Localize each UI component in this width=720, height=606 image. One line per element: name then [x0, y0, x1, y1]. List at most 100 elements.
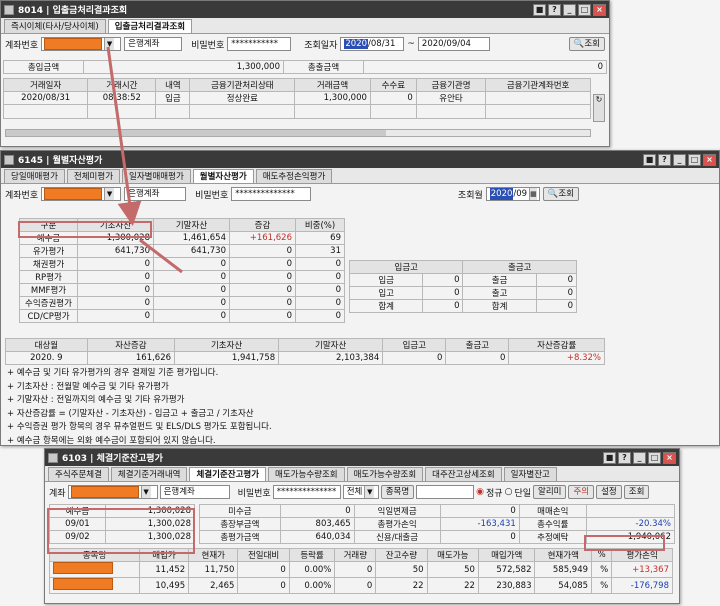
minimize-icon[interactable]: _: [673, 153, 686, 166]
note-line: + 예수금 항목에는 외화 예수금이 포함되어 있지 않습니다.: [7, 435, 216, 446]
close-icon[interactable]: ×: [593, 3, 606, 16]
table-row: 입고 0 출고 0: [348, 286, 578, 300]
tab-sellable-qty-2[interactable]: 매도가능수량조회: [346, 467, 424, 481]
stock-name-field[interactable]: [416, 485, 475, 499]
date-from-field[interactable]: 2020/08/31: [340, 37, 405, 51]
tab-bar: 주식주문체결 체결기준거래내역 체결기준잔고평가 매도가능수량조회 매도가능수량…: [45, 466, 679, 482]
minimize-icon[interactable]: _: [563, 3, 576, 16]
filter-select[interactable]: 전체 ▼: [342, 485, 379, 499]
table-row[interactable]: 수익증권평가 0 0 0 0: [19, 296, 345, 310]
stock-name-button[interactable]: 종목명: [380, 485, 415, 499]
pin-icon[interactable]: ■: [533, 3, 546, 16]
cell: 50: [375, 561, 428, 578]
tab-sellable-qty-1[interactable]: 매도가능수량조회: [268, 467, 345, 481]
help-icon[interactable]: ?: [548, 3, 561, 16]
highlight-box: [584, 535, 665, 551]
account-name-field: 은행계좌: [124, 187, 187, 201]
cell: 54,085: [534, 577, 593, 594]
help-icon[interactable]: ?: [658, 153, 671, 166]
col-header: 거래량: [334, 548, 377, 562]
col-header: 거래금액: [294, 78, 371, 92]
search-button[interactable]: 🔍조회: [568, 37, 605, 51]
table-row[interactable]: 2020/08/31 08:38:52 입금 정상완료 1,300,000 0 …: [2, 91, 591, 105]
account-select[interactable]: ▼: [41, 37, 122, 51]
account-select[interactable]: ▼: [67, 485, 158, 499]
tab-order-execution[interactable]: 주식주문체결: [48, 467, 109, 481]
account-select[interactable]: ▼: [41, 187, 122, 201]
notes: + 예수금 및 기타 유가평가의 경우 결제일 기준 평가입니다. + 기초자산…: [1, 365, 719, 450]
radio-unselected-icon[interactable]: ○: [505, 487, 513, 497]
cell: [49, 577, 140, 594]
col-header: 내역: [155, 78, 191, 92]
password-field[interactable]: ***********: [227, 37, 292, 51]
tab-balance-eval[interactable]: 체결기준잔고평가: [189, 467, 267, 481]
tab-monthly-asset[interactable]: 월별자산평가: [192, 169, 254, 183]
table-row[interactable]: 유가평가 641,730 641,730 0 31: [19, 244, 345, 258]
table-row[interactable]: 11,452 11,750 0 0.00% 0 50 50 572,582 585,949% +1…: [49, 561, 673, 578]
pin-icon[interactable]: ■: [643, 153, 656, 166]
cell: 0: [382, 351, 447, 365]
tab-deposit-result[interactable]: 입출금처리결과조회: [107, 19, 193, 33]
password-field[interactable]: **************: [272, 485, 341, 499]
close-icon[interactable]: ×: [663, 451, 676, 464]
cell: 0: [334, 577, 377, 594]
tab-daily-eval[interactable]: 일자별매매평가: [122, 169, 191, 183]
table-header-row: 대상월 자산증감 기초자산 기말자산 입금고 출금고 자산증감률: [5, 338, 605, 352]
col-header: 자산증감: [86, 338, 176, 352]
radio-selected-icon[interactable]: ◉: [476, 487, 484, 497]
col-header: 자산증감률: [508, 338, 605, 352]
tab-daily-trade[interactable]: 당일매매평가: [4, 169, 65, 183]
notifier-button[interactable]: 알리미: [533, 485, 567, 499]
restore-icon[interactable]: □: [648, 451, 661, 464]
cell: 합계: [348, 299, 424, 313]
cell: MMF평가: [19, 283, 78, 297]
pin-icon[interactable]: ■: [603, 451, 616, 464]
restore-icon[interactable]: □: [578, 3, 591, 16]
filter-value: 전체: [346, 487, 363, 497]
table-row[interactable]: RP평가 0 0 0 0: [19, 270, 345, 284]
cell: [49, 561, 140, 578]
restore-icon[interactable]: □: [688, 153, 701, 166]
account-label: 계좌번호: [5, 190, 39, 201]
minimize-icon[interactable]: _: [633, 451, 646, 464]
help-icon[interactable]: ?: [618, 451, 631, 464]
search-button[interactable]: 🔍조회: [542, 187, 579, 201]
tab-sell-estimate[interactable]: 매도추정손익평가: [255, 169, 333, 183]
account-label: 계좌: [49, 488, 66, 499]
cell: 0: [77, 270, 154, 284]
table-row[interactable]: 2020. 9 161,626 1,941,758 2,103,384 0 0 …: [5, 351, 605, 365]
tab-instant-transfer[interactable]: 즉시이체(타사/당사이체): [4, 19, 106, 33]
table-row[interactable]: CD/CP평가 0 0 0 0: [19, 309, 345, 323]
table-row[interactable]: MMF평가 0 0 0 0: [19, 283, 345, 297]
cell: 총평가금액: [199, 530, 281, 544]
horizontal-scrollbar[interactable]: [5, 129, 591, 137]
cell: 0.00%: [288, 561, 336, 578]
tab-execution-history[interactable]: 체결기준거래내역: [110, 467, 188, 481]
scrollbar-thumb[interactable]: [6, 130, 386, 136]
summary-table: 대상월 자산증감 기초자산 기말자산 입금고 출금고 자산증감률 2020. 9…: [5, 338, 605, 365]
cell: -163,431: [439, 517, 520, 531]
table-row[interactable]: 10,495 2,465 0 0.00% 0 22 22 230,883 54,085% -176…: [49, 577, 673, 594]
tab-all-unevaluated[interactable]: 전체미평가: [66, 169, 121, 183]
cell: 0: [439, 530, 520, 544]
password-field[interactable]: **************: [231, 187, 312, 201]
tab-short-balance[interactable]: 대주잔고상세조회: [425, 467, 502, 481]
cell: 2020. 9: [5, 351, 88, 365]
window-titlebar: 6145 | 월별자산평가 ■? _ □ ×: [1, 151, 719, 168]
refresh-icon[interactable]: ↻: [593, 94, 605, 122]
date-to-field[interactable]: 2020/09/04: [417, 37, 490, 51]
settings-button[interactable]: 설정: [596, 485, 622, 499]
col-header: 금융기관처리상태: [189, 78, 296, 92]
table-row[interactable]: 채권평가 0 0 0 0: [19, 257, 345, 271]
calendar-icon[interactable]: ▦: [529, 188, 537, 200]
date-from-year: 2020: [344, 39, 369, 49]
col-header: 등락률: [288, 548, 336, 562]
close-icon[interactable]: ×: [703, 153, 716, 166]
cell: 0: [153, 309, 230, 323]
tab-daily-balance[interactable]: 일자별잔고: [503, 467, 557, 481]
caution-button[interactable]: 주의: [568, 485, 595, 499]
search-button[interactable]: 조회: [623, 485, 650, 499]
month-field[interactable]: 2020/09 ▦: [485, 187, 540, 201]
holdings-table: 종목명 매입가 현재가 전일대비 등락률 거래량 잔고수량 매도가능 매입가액 현재가액% 평가손익…: [49, 548, 673, 594]
cell: 11,452: [138, 561, 190, 578]
